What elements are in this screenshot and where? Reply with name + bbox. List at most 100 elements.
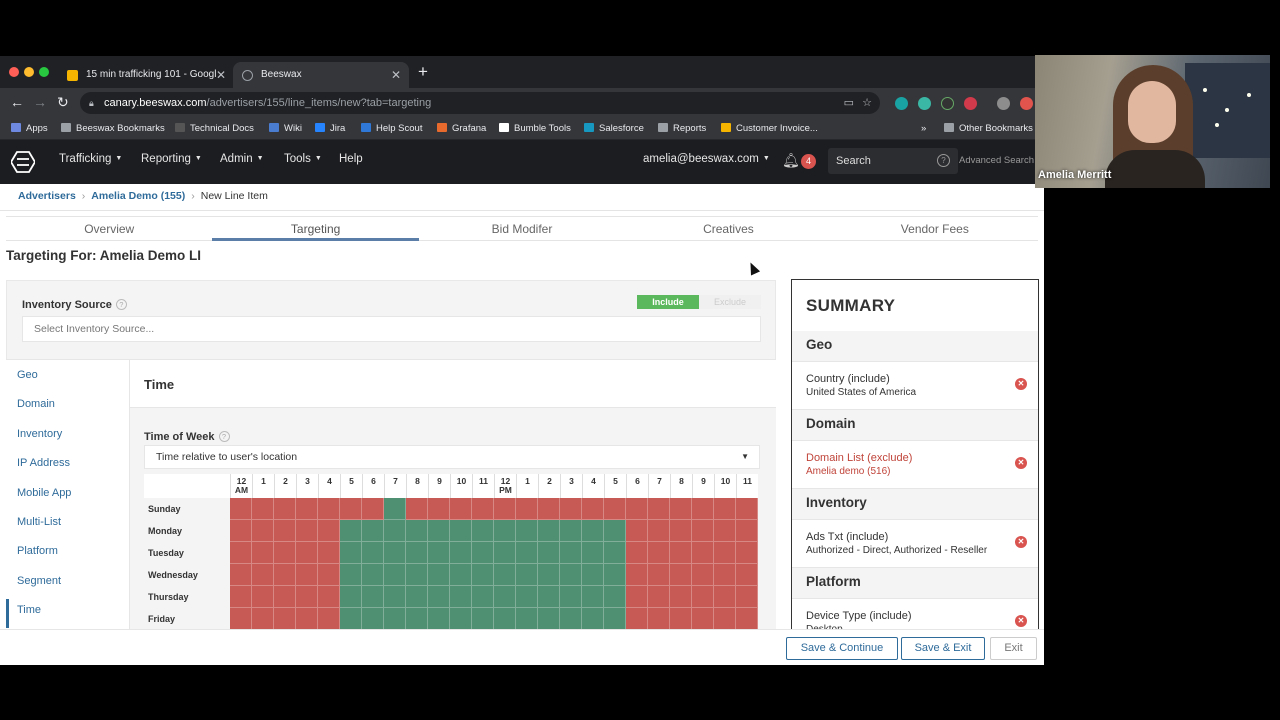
- time-cell[interactable]: [318, 564, 340, 586]
- time-cell[interactable]: [604, 542, 626, 564]
- tab-overview[interactable]: Overview: [6, 217, 212, 240]
- time-cell[interactable]: [230, 608, 252, 630]
- time-cell[interactable]: [472, 586, 494, 608]
- time-cell[interactable]: [736, 498, 758, 520]
- time-cell[interactable]: [648, 498, 670, 520]
- advanced-search-link[interactable]: Advanced Search: [959, 155, 1034, 166]
- bell-icon[interactable]: 🔔︎: [782, 152, 800, 169]
- time-cell[interactable]: [362, 608, 384, 630]
- url-input[interactable]: 🔒︎ canary.beeswax.com/advertisers/155/li…: [80, 92, 880, 114]
- time-cell[interactable]: [296, 608, 318, 630]
- sidebar-item-ip-address[interactable]: IP Address: [17, 457, 70, 469]
- bookmark-2[interactable]: Technical Docs: [175, 122, 254, 136]
- help-icon[interactable]: ?: [937, 154, 950, 167]
- inventory-source-select[interactable]: Select Inventory Source...: [22, 316, 761, 342]
- time-cell[interactable]: [648, 542, 670, 564]
- time-cell[interactable]: [714, 498, 736, 520]
- time-cell[interactable]: [516, 564, 538, 586]
- search-input[interactable]: Search ?: [828, 148, 958, 174]
- sidebar-item-multi-list[interactable]: Multi-List: [17, 516, 61, 528]
- time-cell[interactable]: [692, 564, 714, 586]
- time-cell[interactable]: [626, 542, 648, 564]
- time-cell[interactable]: [538, 520, 560, 542]
- minimize-window-button[interactable]: [24, 67, 34, 77]
- bookmark-1[interactable]: Beeswax Bookmarks: [61, 122, 165, 136]
- time-cell[interactable]: [428, 564, 450, 586]
- time-cell[interactable]: [362, 542, 384, 564]
- time-cell[interactable]: [428, 498, 450, 520]
- new-tab-icon[interactable]: +: [418, 62, 428, 82]
- time-cell[interactable]: [318, 608, 340, 630]
- time-cell[interactable]: [538, 498, 560, 520]
- time-cell[interactable]: [450, 498, 472, 520]
- time-cell[interactable]: [252, 608, 274, 630]
- time-cell[interactable]: [428, 542, 450, 564]
- time-cell[interactable]: [230, 586, 252, 608]
- time-cell[interactable]: [560, 520, 582, 542]
- time-cell[interactable]: [692, 498, 714, 520]
- time-cell[interactable]: [582, 586, 604, 608]
- time-cell[interactable]: [670, 608, 692, 630]
- extension-icon[interactable]: [918, 97, 931, 110]
- time-cell[interactable]: [648, 586, 670, 608]
- sidebar-item-domain[interactable]: Domain: [17, 398, 55, 410]
- nav-admin[interactable]: Admin ▼: [220, 153, 264, 165]
- time-cell[interactable]: [296, 564, 318, 586]
- time-cell[interactable]: [494, 520, 516, 542]
- time-cell[interactable]: [714, 520, 736, 542]
- time-cell[interactable]: [560, 542, 582, 564]
- include-toggle[interactable]: Include: [637, 295, 699, 309]
- exclude-toggle[interactable]: Exclude: [699, 295, 761, 309]
- bookmark-3[interactable]: Wiki: [269, 122, 302, 136]
- time-cell[interactable]: [516, 542, 538, 564]
- time-cell[interactable]: [648, 564, 670, 586]
- time-cell[interactable]: [406, 608, 428, 630]
- time-cell[interactable]: [626, 498, 648, 520]
- time-cell[interactable]: [494, 498, 516, 520]
- time-cell[interactable]: [252, 542, 274, 564]
- time-cell[interactable]: [648, 608, 670, 630]
- time-cell[interactable]: [604, 520, 626, 542]
- extension-icon[interactable]: [1020, 97, 1033, 110]
- time-cell[interactable]: [230, 498, 252, 520]
- nav-trafficking[interactable]: Trafficking ▼: [59, 153, 122, 165]
- time-cell[interactable]: [296, 586, 318, 608]
- remove-icon[interactable]: ✕: [1015, 378, 1027, 390]
- time-cell[interactable]: [318, 520, 340, 542]
- other-bookmarks[interactable]: Other Bookmarks: [944, 122, 1033, 136]
- time-cell[interactable]: [604, 608, 626, 630]
- time-cell[interactable]: [670, 586, 692, 608]
- time-cell[interactable]: [736, 564, 758, 586]
- time-cell[interactable]: [450, 542, 472, 564]
- time-cell[interactable]: [626, 564, 648, 586]
- time-cell[interactable]: [450, 564, 472, 586]
- time-cell[interactable]: [340, 498, 362, 520]
- pinterest-icon[interactable]: [964, 97, 977, 110]
- time-cell[interactable]: [736, 520, 758, 542]
- time-cell[interactable]: [670, 564, 692, 586]
- time-cell[interactable]: [230, 520, 252, 542]
- close-window-button[interactable]: [9, 67, 19, 77]
- time-cell[interactable]: [516, 586, 538, 608]
- tab-bid-modifer[interactable]: Bid Modifer: [419, 217, 625, 240]
- time-cell[interactable]: [428, 608, 450, 630]
- time-cell[interactable]: [318, 498, 340, 520]
- time-cell[interactable]: [384, 520, 406, 542]
- exit-button[interactable]: Exit: [990, 637, 1037, 660]
- bookmark-star-icon[interactable]: ☆: [862, 92, 872, 114]
- time-cell[interactable]: [450, 520, 472, 542]
- time-cell[interactable]: [472, 608, 494, 630]
- sidebar-item-platform[interactable]: Platform: [17, 545, 58, 557]
- back-icon[interactable]: ←: [10, 94, 24, 110]
- time-cell[interactable]: [560, 586, 582, 608]
- time-cell[interactable]: [538, 586, 560, 608]
- time-cell[interactable]: [582, 542, 604, 564]
- nav-tools[interactable]: Tools ▼: [284, 153, 322, 165]
- time-cell[interactable]: [516, 498, 538, 520]
- time-cell[interactable]: [648, 520, 670, 542]
- time-cell[interactable]: [406, 520, 428, 542]
- time-cell[interactable]: [274, 542, 296, 564]
- time-cell[interactable]: [362, 586, 384, 608]
- close-tab-icon[interactable]: ✕: [391, 64, 401, 86]
- time-cell[interactable]: [472, 498, 494, 520]
